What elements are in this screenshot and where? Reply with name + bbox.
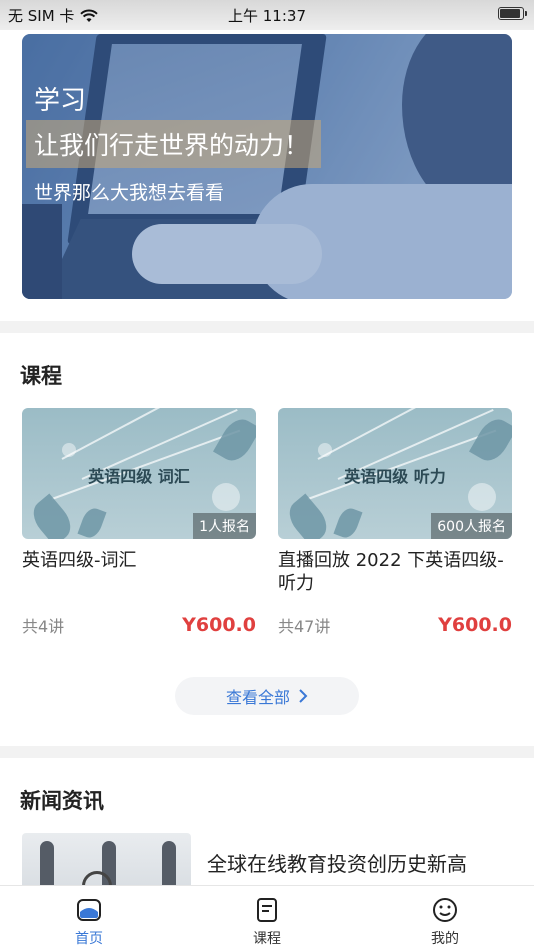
tab-mine[interactable]: 我的 <box>356 886 534 950</box>
news-item-title[interactable]: 全球在线教育投资创历史新高 <box>207 848 467 877</box>
course-thumbnail: 英语四级 词汇 1人报名 <box>22 408 256 539</box>
chevron-right-icon <box>299 689 308 703</box>
tab-mine-label: 我的 <box>431 931 459 947</box>
smiley-icon <box>433 898 457 922</box>
tab-home[interactable]: 首页 <box>0 886 178 950</box>
clock: 上午 11:37 <box>228 7 306 25</box>
banner-heading: 学习 <box>34 86 87 116</box>
banner-subtitle: 世界那么大我想去看看 <box>34 182 225 204</box>
course-price: Y600.0 <box>182 614 256 636</box>
tab-home-label: 首页 <box>75 931 103 947</box>
view-all-button[interactable]: 查看全部 <box>175 677 359 715</box>
news-thumbnail[interactable] <box>22 833 191 893</box>
enrolled-badge: 1人报名 <box>193 513 256 539</box>
banner-slogan: 让我们行走世界的动力！ <box>26 120 322 168</box>
lesson-count: 共47讲 <box>278 617 331 636</box>
tab-courses-label: 课程 <box>253 931 281 947</box>
news-section-title: 新闻资讯 <box>20 789 104 813</box>
course-icon <box>257 898 277 922</box>
hero-banner[interactable]: 学习 让我们行走世界的动力！ 世界那么大我想去看看 <box>22 34 512 299</box>
tab-courses[interactable]: 课程 <box>178 886 356 950</box>
view-all-label: 查看全部 <box>225 688 290 707</box>
lesson-count: 共4讲 <box>22 617 65 636</box>
status-bar: 无 SIM 卡 上午 11:37 <box>0 0 534 30</box>
home-icon <box>77 899 101 921</box>
course-name: 英语四级-词汇 <box>22 550 137 571</box>
enrolled-badge: 600人报名 <box>431 513 512 539</box>
section-divider <box>0 746 534 758</box>
battery-icon <box>498 7 527 20</box>
course-name: 直播回放 2022 下英语四级-听力 <box>278 550 504 594</box>
section-divider <box>0 321 534 333</box>
course-card[interactable]: 英语四级 词汇 1人报名 英语四级-词汇 共4讲 Y600.0 <box>22 408 256 637</box>
courses-section-title: 课程 <box>20 364 62 388</box>
course-price: Y600.0 <box>438 614 512 636</box>
course-card[interactable]: 英语四级 听力 600人报名 直播回放 2022 下英语四级-听力 共47讲 Y… <box>278 408 512 637</box>
course-thumb-title: 英语四级 听力 <box>344 467 446 486</box>
bottom-tab-bar: 首页 课程 我的 <box>0 885 534 950</box>
course-thumbnail: 英语四级 听力 600人报名 <box>278 408 512 539</box>
course-thumb-title: 英语四级 词汇 <box>88 467 190 486</box>
